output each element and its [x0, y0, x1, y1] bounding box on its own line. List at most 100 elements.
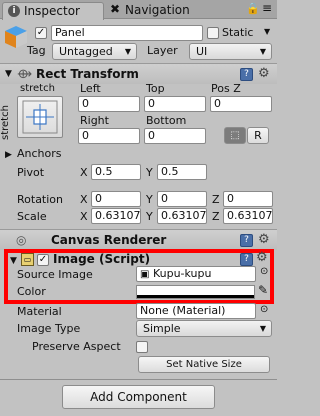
anchor-v-label: stretch: [0, 105, 11, 140]
anchor-h-label: stretch: [20, 83, 55, 94]
rect-transform-icon: ⟴: [17, 67, 33, 82]
material-field[interactable]: None (Material): [136, 303, 256, 319]
static-checkbox[interactable]: [207, 27, 219, 39]
rot-z-axis: Z: [212, 193, 220, 206]
set-native-size-button[interactable]: Set Native Size: [138, 356, 270, 373]
foldout-icon[interactable]: ▼: [10, 256, 17, 266]
rot-x-field[interactable]: 0: [91, 191, 141, 207]
raw-edit-button[interactable]: R: [247, 127, 269, 144]
image-enabled-checkbox[interactable]: ✓: [37, 254, 49, 266]
image-title: Image (Script): [53, 252, 151, 266]
navigation-icon: ✖: [110, 2, 121, 16]
gear-icon[interactable]: ⚙: [256, 251, 268, 264]
image-type-value: Simple: [143, 322, 181, 335]
right-field[interactable]: 0: [78, 128, 140, 144]
name-field[interactable]: Panel: [51, 25, 203, 41]
object-picker-icon[interactable]: ⊙: [260, 266, 268, 277]
help-book-icon[interactable]: ?: [240, 234, 253, 247]
tab-navigation[interactable]: ✖ Navigation: [108, 2, 218, 19]
material-label: Material: [17, 305, 62, 318]
menu-icon[interactable]: ≡: [262, 1, 272, 15]
color-label: Color: [17, 285, 46, 298]
add-component-button[interactable]: Add Component: [62, 385, 215, 409]
static-dropdown-icon[interactable]: ▼: [264, 27, 270, 36]
rect-transform-title: Rect Transform: [36, 67, 139, 81]
bottom-label: Bottom: [146, 114, 187, 127]
left-label: Left: [80, 82, 101, 95]
divider: [0, 379, 277, 380]
source-image-label: Source Image: [17, 268, 93, 281]
bottom-field[interactable]: 0: [144, 128, 206, 144]
active-checkbox[interactable]: ✓: [35, 27, 47, 39]
canvas-renderer-header[interactable]: ◎ Canvas Renderer ? ⚙: [0, 229, 277, 250]
tag-dropdown[interactable]: Untagged ▼: [52, 43, 137, 60]
rotation-label: Rotation: [17, 193, 64, 206]
image-type-label: Image Type: [17, 322, 81, 335]
color-swatch[interactable]: [136, 285, 255, 299]
rect-transform-header[interactable]: ▼ ⟴ Rect Transform ? ⚙: [0, 63, 277, 84]
tab-inspector[interactable]: i Inspector: [2, 2, 104, 20]
source-image-value: Kupu-kupu: [152, 267, 212, 280]
object-picker-icon[interactable]: ⊙: [260, 304, 268, 315]
set-native-size-label: Set Native Size: [166, 359, 242, 370]
blueprint-mode-button[interactable]: ⬚: [224, 127, 246, 144]
scale-x-axis: X: [80, 210, 88, 223]
posz-field[interactable]: 0: [210, 96, 272, 112]
rot-y-axis: Y: [146, 193, 153, 206]
sprite-icon: ▣: [140, 269, 150, 280]
layer-dropdown[interactable]: UI ▼: [189, 43, 272, 60]
foldout-icon: ▼: [5, 69, 12, 79]
anchor-stretch-icon: [22, 100, 58, 134]
gameobject-cube-icon: [3, 24, 29, 50]
gear-icon[interactable]: ⚙: [258, 233, 270, 246]
dotted-square-icon: ⬚: [230, 130, 240, 141]
chevron-down-icon: ▼: [259, 47, 266, 56]
left-field[interactable]: 0: [78, 96, 140, 112]
rot-z-field[interactable]: 0: [223, 191, 273, 207]
source-image-field[interactable]: ▣ Kupu-kupu: [136, 266, 256, 282]
canvas-renderer-icon: ◎: [16, 233, 27, 247]
right-label: Right: [80, 114, 109, 127]
chevron-down-icon: ▼: [124, 47, 131, 56]
help-book-icon[interactable]: ?: [240, 253, 253, 266]
scale-y-axis: Y: [146, 210, 153, 223]
rot-x-axis: X: [80, 193, 88, 206]
pivot-x-axis: X: [80, 166, 88, 179]
scale-y-field[interactable]: 0.63107: [157, 208, 207, 224]
gear-icon[interactable]: ⚙: [258, 67, 270, 80]
tag-value: Untagged: [59, 45, 113, 58]
scale-x-field[interactable]: 0.63107: [91, 208, 141, 224]
pivot-x-field[interactable]: 0.5: [91, 164, 141, 180]
anchors-foldout-icon[interactable]: ▶: [5, 150, 12, 160]
tag-label: Tag: [27, 44, 46, 57]
canvas-renderer-title: Canvas Renderer: [51, 233, 167, 247]
preserve-aspect-checkbox[interactable]: [136, 341, 148, 353]
pivot-y-field[interactable]: 0.5: [157, 164, 207, 180]
tab-inspector-label: Inspector: [24, 4, 80, 18]
top-label: Top: [146, 82, 165, 95]
image-type-dropdown[interactable]: Simple ▼: [136, 320, 272, 337]
scale-z-field[interactable]: 0.63107: [223, 208, 273, 224]
anchors-label[interactable]: Anchors: [17, 147, 62, 160]
lock-icon[interactable]: 🔒: [246, 2, 260, 15]
add-component-label: Add Component: [90, 390, 187, 404]
top-field[interactable]: 0: [144, 96, 206, 112]
help-book-icon[interactable]: ?: [240, 68, 253, 81]
preserve-aspect-label: Preserve Aspect: [32, 340, 121, 353]
scale-z-axis: Z: [212, 210, 220, 223]
alpha-bar: [137, 295, 254, 298]
tab-navigation-label: Navigation: [125, 3, 190, 17]
raw-edit-label: R: [254, 129, 262, 142]
image-script-icon: ▭: [21, 253, 34, 266]
pivot-label: Pivot: [17, 166, 45, 179]
anchor-preset-button[interactable]: [17, 96, 63, 138]
layer-label: Layer: [147, 44, 178, 57]
rot-y-field[interactable]: 0: [157, 191, 207, 207]
posz-label: Pos Z: [211, 82, 241, 95]
static-label: Static: [222, 26, 254, 39]
pivot-y-axis: Y: [146, 166, 153, 179]
layer-value: UI: [196, 45, 208, 58]
eyedropper-icon[interactable]: ✎: [258, 283, 268, 297]
scale-label: Scale: [17, 210, 47, 223]
chevron-down-icon: ▼: [259, 324, 266, 333]
